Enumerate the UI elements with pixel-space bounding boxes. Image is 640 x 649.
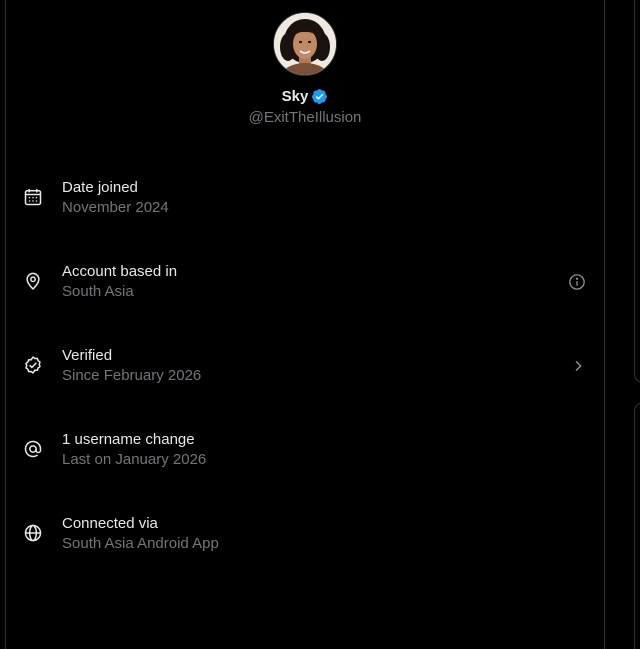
display-name[interactable]: Sky: [282, 88, 309, 105]
info-row-username-change: 1 username change Last on January 2026: [6, 408, 604, 492]
globe-icon: [23, 523, 43, 543]
info-subtitle: November 2024: [62, 199, 169, 216]
info-text: Date joined November 2024: [62, 179, 169, 217]
at-sign-icon: [23, 439, 43, 459]
info-subtitle: South Asia: [62, 283, 134, 300]
info-text: Account based in South Asia: [62, 263, 177, 301]
main-column: Sky @ExitTheIllusion Date joined Novembe…: [5, 0, 605, 649]
verified-check-icon: [23, 355, 43, 375]
about-account-page: Sky @ExitTheIllusion Date joined Novembe…: [0, 0, 640, 649]
calendar-icon: [23, 187, 43, 207]
name-row: Sky: [6, 86, 604, 106]
info-subtitle: South Asia Android App: [62, 535, 219, 552]
adjacent-panel-edge: [634, 0, 640, 383]
info-text: Connected via South Asia Android App: [62, 515, 219, 553]
info-row-account-location: Account based in South Asia: [6, 240, 604, 324]
info-text: Verified Since February 2026: [62, 347, 201, 385]
info-title: 1 username change: [62, 431, 195, 448]
verified-badge-icon: [311, 88, 328, 105]
profile-header: Sky @ExitTheIllusion: [6, 12, 604, 126]
info-title: Account based in: [62, 263, 178, 280]
info-circle-icon[interactable]: [568, 273, 586, 291]
avatar[interactable]: [273, 12, 337, 76]
info-row-connected-via: Connected via South Asia Android App: [6, 492, 604, 576]
info-text: 1 username change Last on January 2026: [62, 431, 206, 469]
adjacent-panel-edge: [634, 402, 640, 649]
info-subtitle: Since February 2026: [62, 367, 202, 384]
avatar-photo: [274, 13, 336, 75]
info-row-date-joined: Date joined November 2024: [6, 156, 604, 240]
info-title: Verified: [62, 347, 113, 364]
info-row-verified[interactable]: Verified Since February 2026: [6, 324, 604, 408]
info-subtitle: Last on January 2026: [62, 451, 207, 468]
info-title: Connected via: [62, 515, 158, 532]
username-handle: @ExitTheIllusion: [248, 109, 362, 126]
account-info-list: Date joined November 2024 Account based …: [6, 156, 604, 576]
info-title: Date joined: [62, 179, 138, 196]
location-pin-icon: [23, 271, 43, 291]
chevron-right-icon[interactable]: [570, 358, 586, 374]
